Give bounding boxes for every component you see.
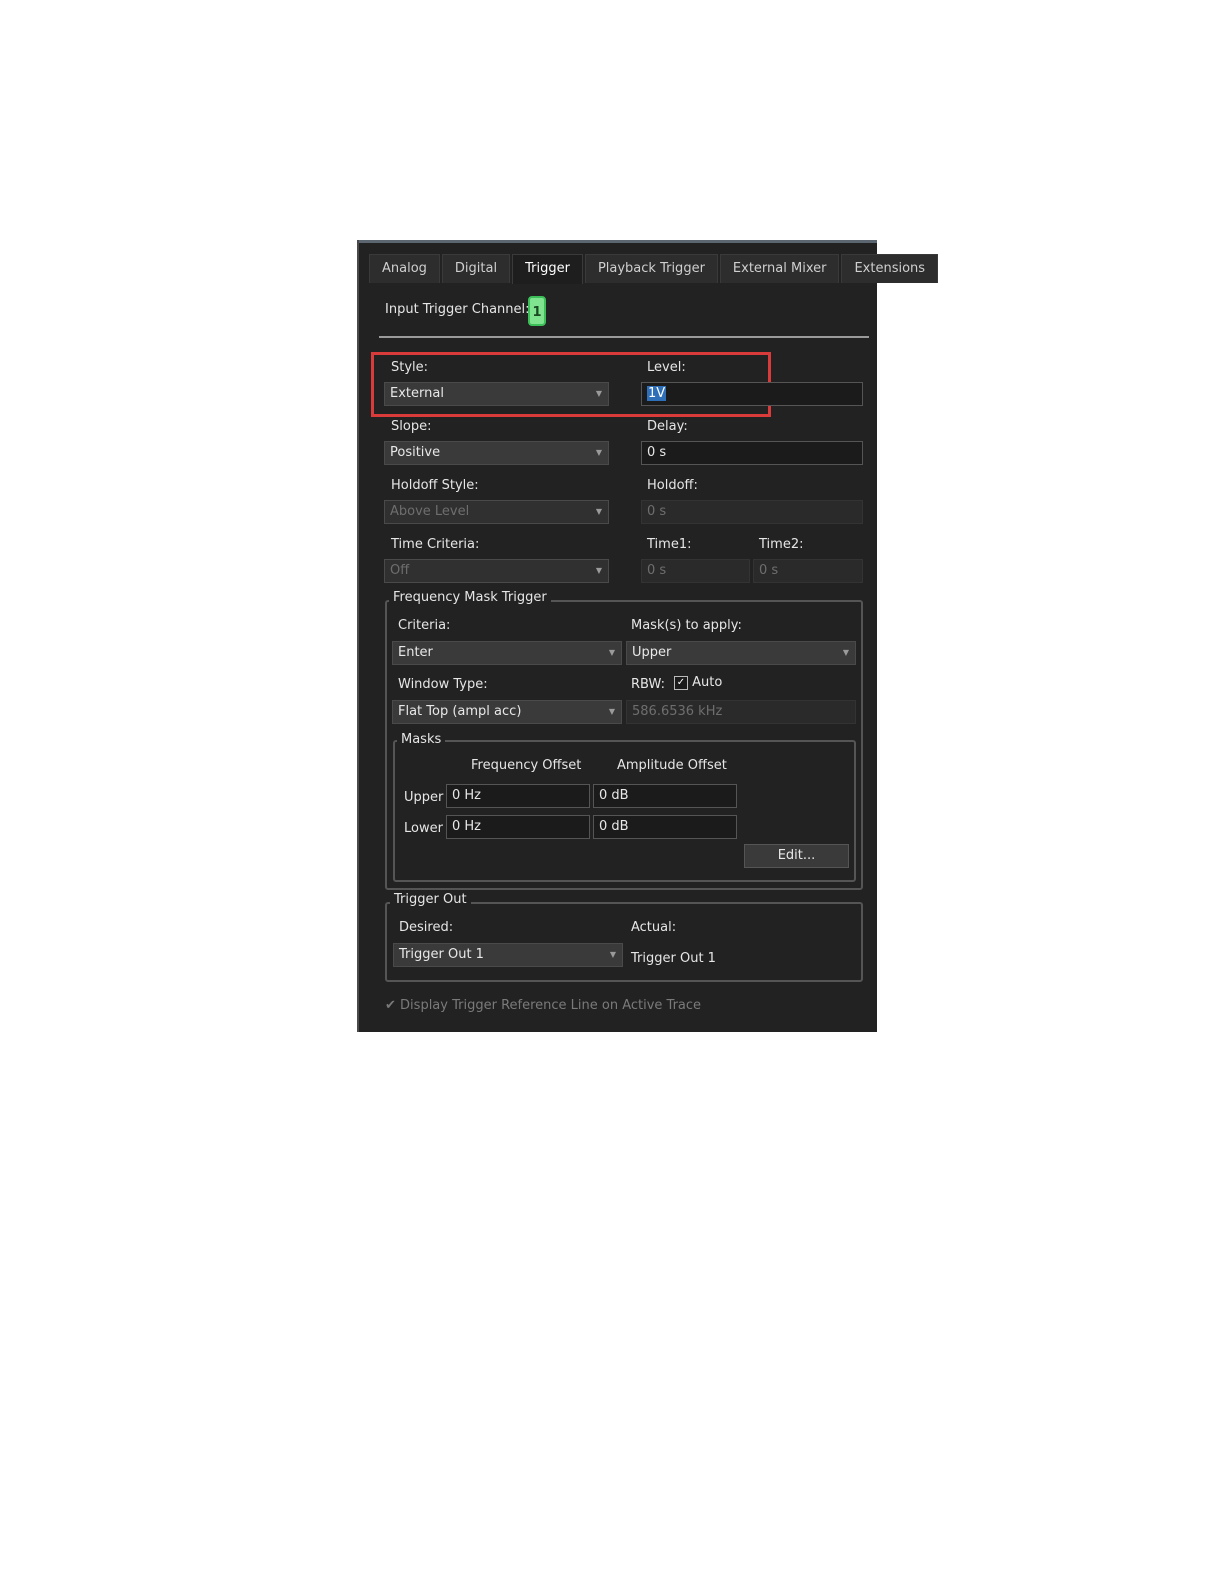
time2-input[interactable]: 0 s [753,559,863,583]
input-trigger-channel-badge[interactable]: 1 [528,296,546,326]
criteria-dropdown[interactable]: Enter ▼ [392,641,622,665]
frequency-offset-header: Frequency Offset [471,758,582,773]
upper-row-label: Upper [404,790,444,805]
holdoff-input[interactable]: 0 s [641,500,863,524]
time2-label: Time2: [759,537,804,552]
lower-amplitude-offset-input[interactable]: 0 dB [593,815,737,839]
separator [379,336,869,338]
chevron-down-icon: ▼ [595,507,602,516]
criteria-label: Criteria: [398,618,451,633]
rbw-label: RBW: [631,677,665,692]
masks-to-apply-label: Mask(s) to apply: [631,618,742,633]
desired-dropdown[interactable]: Trigger Out 1 ▼ [393,943,623,967]
window-type-label: Window Type: [398,677,488,692]
lower-frequency-offset-input[interactable]: 0 Hz [446,815,590,839]
criteria-value: Enter [398,645,433,660]
tab-analog[interactable]: Analog [369,254,440,283]
chevron-down-icon: ▼ [595,566,602,575]
rbw-auto-label: Auto [692,675,723,690]
input-trigger-channel-label: Input Trigger Channel: [385,302,530,317]
delay-label: Delay: [647,419,688,434]
chevron-down-icon: ▼ [609,950,616,959]
tab-trigger[interactable]: Trigger [512,254,583,284]
holdoff-style-label: Holdoff Style: [391,478,479,493]
window-type-value: Flat Top (ampl acc) [398,704,522,719]
time-criteria-dropdown[interactable]: Off ▼ [384,559,609,583]
desired-value: Trigger Out 1 [399,947,484,962]
upper-amplitude-offset-input[interactable]: 0 dB [593,784,737,808]
slope-value: Positive [390,445,441,460]
chevron-down-icon: ▼ [595,389,602,398]
display-trigger-reference-line-label: Display Trigger Reference Line on Active… [400,998,702,1013]
actual-value: Trigger Out 1 [631,951,716,966]
rbw-input[interactable]: 586.6536 kHz [626,700,856,724]
slope-label: Slope: [391,419,432,434]
time-criteria-label: Time Criteria: [391,537,480,552]
holdoff-style-dropdown[interactable]: Above Level ▼ [384,500,609,524]
trigger-out-group [385,902,863,982]
delay-input[interactable]: 0 s [641,441,863,465]
masks-title: Masks [397,732,446,747]
style-value: External [390,386,444,401]
lower-row-label: Lower [404,821,443,836]
tab-external-mixer[interactable]: External Mixer [719,254,840,283]
slope-dropdown[interactable]: Positive ▼ [384,441,609,465]
upper-frequency-offset-input[interactable]: 0 Hz [446,784,590,808]
rbw-auto-checkbox[interactable]: ✓ Auto [674,675,722,690]
amplitude-offset-header: Amplitude Offset [617,758,727,773]
chevron-down-icon: ▼ [842,648,849,657]
actual-label: Actual: [631,920,677,935]
top-border [359,240,877,243]
tab-digital[interactable]: Digital [441,254,511,283]
time1-label: Time1: [647,537,692,552]
masks-to-apply-dropdown[interactable]: Upper ▼ [626,641,856,665]
level-value: 1V [647,386,667,401]
window-type-dropdown[interactable]: Flat Top (ampl acc) ▼ [392,700,622,724]
checkmark-icon: ✔ [385,998,396,1013]
trigger-settings-panel: Analog Digital Trigger Playback Trigger … [357,240,939,1032]
display-trigger-reference-line-option[interactable]: ✔ Display Trigger Reference Line on Acti… [385,998,701,1013]
trigger-out-title: Trigger Out [390,892,471,907]
holdoff-label: Holdoff: [647,478,698,493]
chevron-down-icon: ▼ [595,448,602,457]
tab-playback-trigger[interactable]: Playback Trigger [584,254,718,283]
style-label: Style: [391,360,429,375]
level-label: Level: [647,360,686,375]
masks-to-apply-value: Upper [632,645,672,660]
edit-button[interactable]: Edit... [744,844,849,868]
checkmark-icon: ✓ [674,675,688,690]
chevron-down-icon: ▼ [608,707,615,716]
desired-label: Desired: [399,920,454,935]
frequency-mask-trigger-title: Frequency Mask Trigger [389,590,551,605]
tab-extensions[interactable]: Extensions [841,254,939,283]
holdoff-style-value: Above Level [390,504,470,519]
time-criteria-value: Off [390,563,410,578]
style-dropdown[interactable]: External ▼ [384,382,609,406]
tab-bar: Analog Digital Trigger Playback Trigger … [369,254,939,284]
chevron-down-icon: ▼ [608,648,615,657]
time1-input[interactable]: 0 s [641,559,750,583]
level-input[interactable]: 1V [641,382,863,406]
